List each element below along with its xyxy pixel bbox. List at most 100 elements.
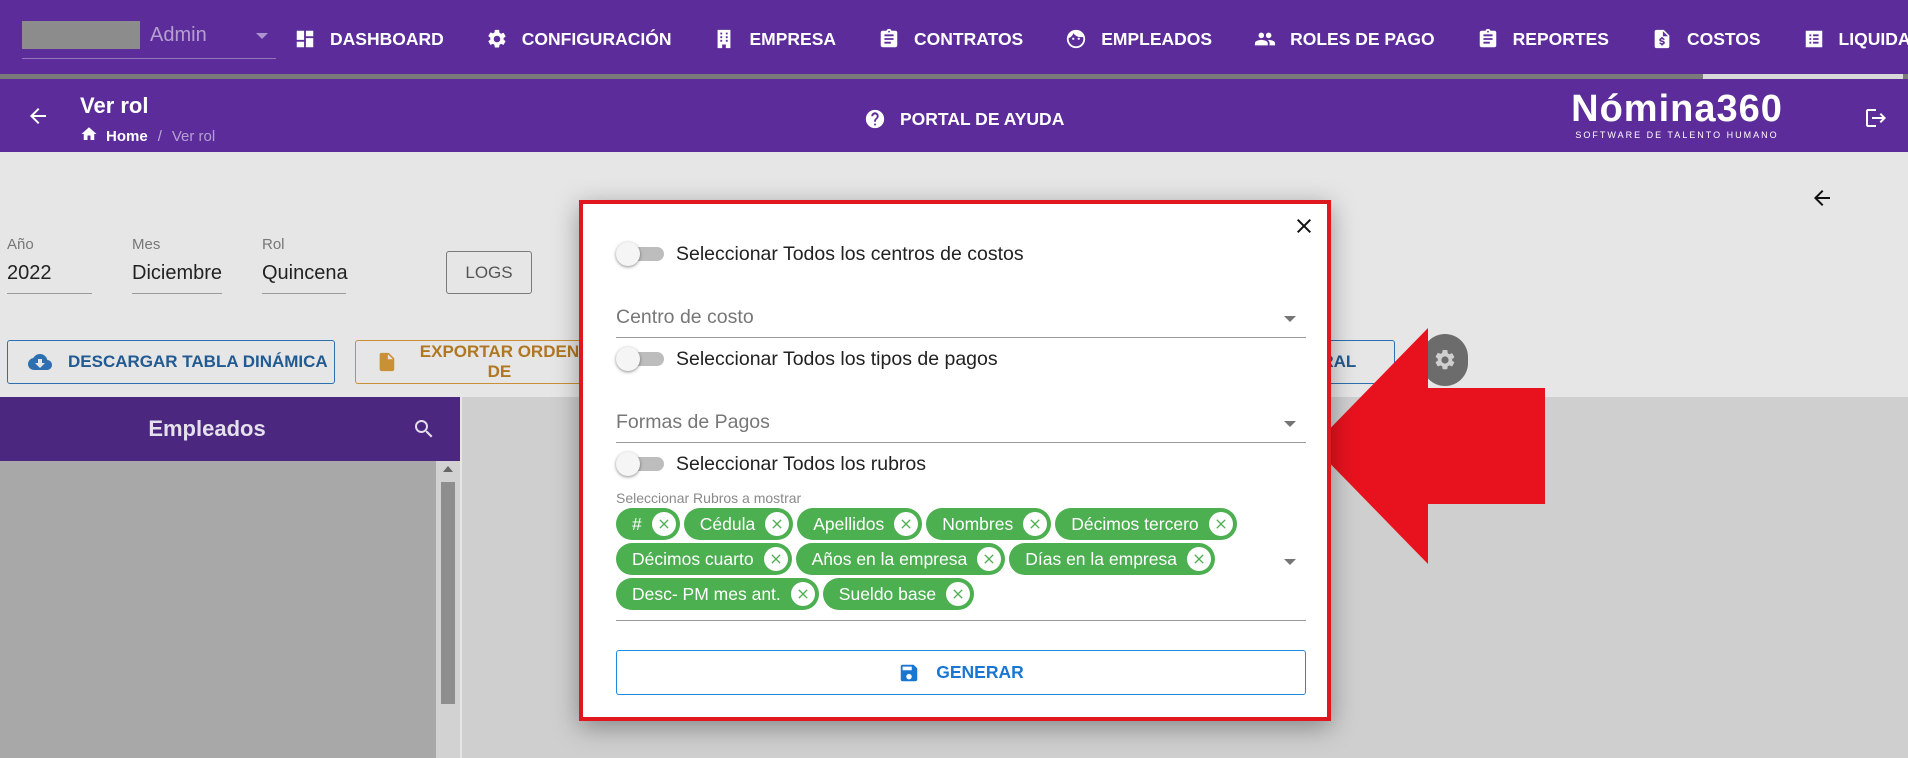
dashboard-icon <box>294 28 316 50</box>
breadcrumb-home-link[interactable]: Home <box>106 128 148 145</box>
field-value: 2022 <box>7 262 52 284</box>
chip-remove-button[interactable] <box>651 512 676 536</box>
close-dialog-button[interactable] <box>1292 214 1316 238</box>
menu-item-label: ROLES DE PAGO <box>1290 28 1435 49</box>
close-icon <box>1215 519 1226 529</box>
chip-remove-button[interactable] <box>977 547 1002 571</box>
close-icon <box>901 519 911 529</box>
close-icon <box>1030 519 1040 529</box>
menu-item-roles-de-pago[interactable]: ROLES DE PAGO <box>1254 0 1435 78</box>
people-icon <box>1254 28 1276 50</box>
help-portal-link[interactable]: PORTAL DE AYUDA <box>864 108 1064 130</box>
chip-label: Días en la empresa <box>1025 548 1177 569</box>
scroll-up-arrow[interactable] <box>443 466 453 472</box>
close-icon <box>770 554 781 564</box>
select-placeholder: Centro de costo <box>616 306 754 328</box>
chip-label: Años en la empresa <box>811 548 968 569</box>
search-icon <box>415 420 433 438</box>
toggle-all-items[interactable]: Seleccionar Todos los rubros <box>616 452 926 476</box>
item-chip: Sueldo base <box>822 578 975 610</box>
page-back-button[interactable] <box>1810 186 1834 215</box>
dollar-file-icon <box>1651 28 1673 50</box>
main-menu: DASHBOARD CONFIGURACIÓN EMPRESA CONTRATO… <box>294 0 1908 78</box>
chip-remove-button[interactable] <box>790 582 815 606</box>
page-header: Ver rol Home / Ver rol PORTAL DE AYUDA N… <box>0 79 1908 152</box>
close-icon <box>1194 554 1204 564</box>
menu-item-label: CONTRATOS <box>914 28 1024 49</box>
chip-remove-button[interactable] <box>1023 512 1048 536</box>
menu-item-reportes[interactable]: REPORTES <box>1477 0 1609 78</box>
year-field[interactable]: Año 2022 <box>7 236 92 294</box>
toggle-label: Seleccionar Todos los tipos de pagos <box>676 347 998 370</box>
user-avatar <box>22 21 140 49</box>
item-chip: Desc- PM mes ant. <box>616 578 819 610</box>
items-multiselect[interactable]: # Cédula Apellidos Nombres Décimos tercero Dé… <box>616 507 1306 621</box>
close-icon <box>1297 219 1311 233</box>
employees-list <box>0 461 436 758</box>
field-value: Quincena <box>262 262 348 284</box>
cost-center-select[interactable]: Centro de costo <box>616 290 1306 338</box>
menu-item-empleados[interactable]: EMPLEADOS <box>1065 0 1212 78</box>
toggle-label: Seleccionar Todos los centros de costos <box>676 242 1024 265</box>
back-button[interactable] <box>26 104 50 128</box>
close-icon <box>953 589 963 599</box>
save-icon <box>900 664 918 681</box>
menu-item-label: COSTOS <box>1686 28 1761 49</box>
menu-item-contratos[interactable]: CONTRATOS <box>878 0 1023 78</box>
export-order-button[interactable]: EXPORTAR ORDEN DE <box>355 340 585 384</box>
menu-item-costos[interactable]: COSTOS <box>1651 0 1761 78</box>
field-label: Rol <box>262 236 285 253</box>
toggle-all-cost-centers[interactable]: Seleccionar Todos los centros de costos <box>616 242 1024 266</box>
chip-remove-button[interactable] <box>1186 547 1211 571</box>
cloud-download-icon <box>28 354 52 370</box>
logs-button[interactable]: LOGS <box>446 251 532 294</box>
menu-item-empresa[interactable]: EMPRESA <box>713 0 836 78</box>
chip-remove-button[interactable] <box>946 582 971 606</box>
user-selector[interactable]: Admin <box>22 21 276 59</box>
item-chip: Días en la empresa <box>1009 543 1215 575</box>
toggle-switch[interactable] <box>616 452 666 476</box>
toggle-all-payment-types[interactable]: Seleccionar Todos los tipos de pagos <box>616 347 998 371</box>
item-chip: Cédula <box>683 508 794 540</box>
toggle-switch[interactable] <box>616 242 666 266</box>
export-order-label: EXPORTAR ORDEN DE <box>419 342 580 381</box>
generate-button[interactable]: GENERAR <box>616 650 1306 695</box>
role-field[interactable]: Rol Quincena <box>262 236 348 294</box>
logout-icon <box>1866 109 1886 127</box>
switch-knob <box>616 347 640 371</box>
scrollbar-thumb[interactable] <box>441 482 455 704</box>
top-navbar: Admin DASHBOARD CONFIGURACIÓN EMPRESA CO… <box>0 0 1908 79</box>
employees-title: Empleados <box>148 416 266 441</box>
chip-remove-button[interactable] <box>1208 512 1233 536</box>
item-chip: Apellidos <box>797 508 923 540</box>
chip-label: # <box>632 513 642 534</box>
download-pivot-label: DESCARGAR TABLA DINÁMICA <box>68 352 328 371</box>
toggle-switch[interactable] <box>616 347 666 371</box>
brand-logo: Nómina360 SOFTWARE DE TALENTO HUMANO <box>1566 89 1788 140</box>
items-select-label: Seleccionar Rubros a mostrar <box>616 490 802 506</box>
menu-item-configuracion[interactable]: CONFIGURACIÓN <box>486 0 671 78</box>
month-field[interactable]: Mes Diciembre <box>132 236 222 294</box>
item-chip: Décimos cuarto <box>616 543 792 575</box>
item-chip: Años en la empresa <box>795 543 1006 575</box>
chip-remove-button[interactable] <box>765 512 790 536</box>
download-pivot-table-button[interactable]: DESCARGAR TABLA DINÁMICA <box>7 340 335 384</box>
toggle-label: Seleccionar Todos los rubros <box>676 452 927 475</box>
payment-forms-select[interactable]: Formas de Pagos <box>616 395 1306 443</box>
chip-label: Décimos tercero <box>1071 513 1199 534</box>
field-value: Diciembre <box>132 262 223 284</box>
menu-item-liquidaciones[interactable]: LIQUIDACIONES <box>1803 0 1908 78</box>
clipboard-icon <box>1477 28 1499 50</box>
menu-item-label: DASHBOARD <box>330 28 444 49</box>
close-icon <box>659 519 669 529</box>
chevron-down-icon <box>1284 316 1296 322</box>
employee-search-button[interactable] <box>412 417 436 446</box>
close-icon <box>984 554 994 564</box>
chip-remove-button[interactable] <box>894 512 919 536</box>
menu-item-dashboard[interactable]: DASHBOARD <box>294 0 444 78</box>
breadcrumb: Home / Ver rol <box>80 125 215 147</box>
chip-label: Décimos cuarto <box>632 548 754 569</box>
logout-button[interactable] <box>1864 106 1888 135</box>
chip-remove-button[interactable] <box>763 547 788 571</box>
switch-knob <box>616 452 640 476</box>
